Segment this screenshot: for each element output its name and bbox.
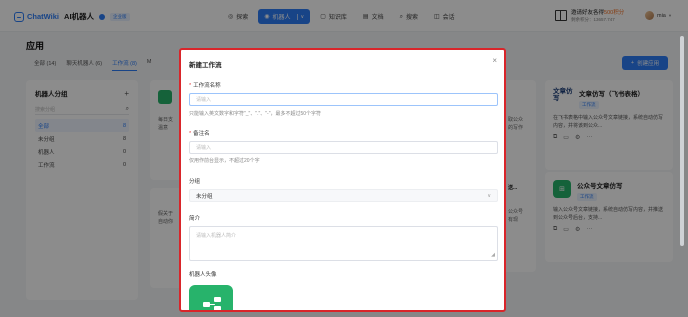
dialog-title: 新建工作流 xyxy=(189,62,222,69)
workflow-name-field[interactable]: 请输入 xyxy=(189,93,498,106)
resize-handle-icon[interactable]: ◢ xyxy=(491,252,495,258)
workflow-name-placeholder: 请输入 xyxy=(196,97,212,103)
avatar-label: 机器人头像 xyxy=(189,272,217,278)
close-icon[interactable]: × xyxy=(492,56,497,65)
note-name-field[interactable]: 请输入 xyxy=(189,141,498,154)
intro-textarea[interactable]: 请输入机器人简介 ◢ xyxy=(189,226,498,261)
group-label: 分组 xyxy=(189,179,201,185)
intro-placeholder: 请输入机器人简介 xyxy=(196,233,237,239)
chevron-down-icon: ∨ xyxy=(487,192,491,199)
note-name-hint: 仅用作前台显示，不超过20个字 xyxy=(189,158,260,164)
new-workflow-dialog: 新建工作流 × * 工作流名称 请输入 只能输入英文数字和字符"_"、"."、"-… xyxy=(179,48,506,312)
note-name-label: * 备注名 xyxy=(189,131,210,137)
workflow-avatar-icon xyxy=(203,297,221,310)
required-mark: * xyxy=(189,83,192,89)
group-select-value: 未分组 xyxy=(196,193,213,200)
required-mark: * xyxy=(189,131,192,137)
group-select[interactable]: 未分组 ∨ xyxy=(189,189,498,202)
note-name-placeholder: 请输入 xyxy=(196,145,212,151)
workflow-name-hint: 只能输入英文数字和字符"_"、"."、"-"，最多不超过50个字符 xyxy=(189,111,322,117)
page-scrollbar[interactable] xyxy=(680,36,684,246)
robot-avatar-upload[interactable] xyxy=(189,285,233,310)
workflow-name-label: * 工作流名称 xyxy=(189,83,221,89)
intro-label: 简介 xyxy=(189,216,201,222)
